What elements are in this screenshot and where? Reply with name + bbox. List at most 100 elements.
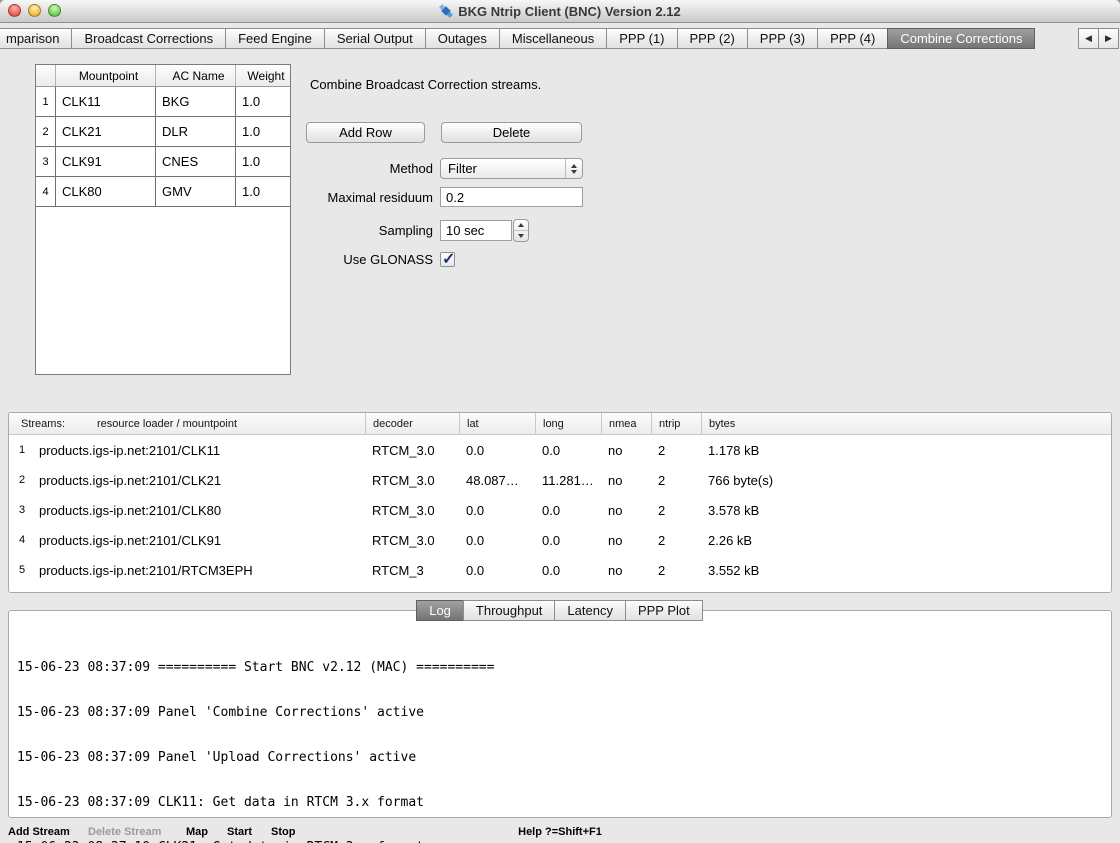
table-row[interactable]: 2 CLK21 DLR 1.0 — [36, 117, 290, 147]
cell-mountpoint[interactable]: CLK91 — [56, 147, 156, 177]
stream-nmea: no — [601, 533, 651, 548]
stream-ntrip: 2 — [651, 473, 701, 488]
column-header-ac-name[interactable]: AC Name — [156, 65, 236, 86]
tab-miscellaneous[interactable]: Miscellaneous — [499, 28, 607, 49]
tab-feed-engine[interactable]: Feed Engine — [225, 28, 325, 49]
stream-row[interactable]: 5 products.igs-ip.net:2101/RTCM3EPH RTCM… — [9, 555, 1111, 585]
table-corner-cell — [36, 65, 56, 86]
stream-mountpoint: products.igs-ip.net:2101/CLK11 — [35, 443, 365, 458]
column-header-long[interactable]: long — [535, 413, 601, 434]
title-bar: BKG Ntrip Client (BNC) Version 2.12 — [0, 0, 1120, 23]
tab-scroll-right-button[interactable]: ▶ — [1098, 28, 1119, 49]
tab-strip: mparison Broadcast Corrections Feed Engi… — [0, 28, 1035, 49]
maximal-residuum-input[interactable] — [440, 187, 583, 207]
window-title-area: BKG Ntrip Client (BNC) Version 2.12 — [0, 0, 1120, 22]
sampling-stepper — [513, 219, 529, 242]
column-header-bytes[interactable]: bytes — [701, 413, 1111, 434]
stream-lat: 48.087… — [459, 473, 535, 488]
tab-latency[interactable]: Latency — [554, 600, 626, 621]
use-glonass-checkbox[interactable] — [440, 252, 455, 267]
sampling-input[interactable] — [440, 220, 512, 241]
stream-row[interactable]: 1 products.igs-ip.net:2101/CLK11 RTCM_3.… — [9, 435, 1111, 465]
add-row-button[interactable]: Add Row — [306, 122, 425, 143]
row-number: 2 — [36, 117, 56, 147]
column-header-lat[interactable]: lat — [459, 413, 535, 434]
cell-mountpoint[interactable]: CLK21 — [56, 117, 156, 147]
table-row[interactable]: 1 CLK11 BKG 1.0 — [36, 87, 290, 117]
tab-throughput[interactable]: Throughput — [463, 600, 556, 621]
updown-arrows-icon[interactable] — [565, 159, 582, 178]
window-title: BKG Ntrip Client (BNC) Version 2.12 — [458, 4, 680, 19]
column-header-ntrip[interactable]: ntrip — [651, 413, 701, 434]
sampling-label: Sampling — [300, 223, 433, 238]
stream-bytes: 766 byte(s) — [701, 473, 1111, 488]
stream-ntrip: 2 — [651, 503, 701, 518]
tab-log[interactable]: Log — [416, 600, 464, 621]
delete-button[interactable]: Delete — [441, 122, 582, 143]
up-arrow-icon — [571, 164, 577, 168]
method-select[interactable]: Filter — [440, 158, 583, 179]
cell-mountpoint[interactable]: CLK80 — [56, 177, 156, 207]
stream-mountpoint: products.igs-ip.net:2101/CLK21 — [35, 473, 365, 488]
tab-serial-output[interactable]: Serial Output — [324, 28, 426, 49]
tab-ppp-1[interactable]: PPP (1) — [606, 28, 677, 49]
stream-mountpoint: products.igs-ip.net:2101/CLK80 — [35, 503, 365, 518]
tab-ppp-3[interactable]: PPP (3) — [747, 28, 818, 49]
stream-decoder: RTCM_3.0 — [365, 473, 459, 488]
cell-ac-name[interactable]: CNES — [156, 147, 236, 177]
tab-outages[interactable]: Outages — [425, 28, 500, 49]
stream-bytes: 3.552 kB — [701, 563, 1111, 578]
delete-button-label: Delete — [493, 125, 531, 140]
app-icon — [439, 4, 453, 18]
cell-weight[interactable]: 1.0 — [236, 87, 290, 117]
down-arrow-icon — [571, 170, 577, 174]
column-header-decoder[interactable]: decoder — [365, 413, 459, 434]
log-line: 15-06-23 08:37:09 CLK11: Get data in RTC… — [17, 795, 518, 810]
stream-long: 11.281… — [535, 473, 601, 488]
stream-mountpoint: products.igs-ip.net:2101/RTCM3EPH — [35, 563, 365, 578]
row-number: 1 — [36, 87, 56, 117]
stream-row-number: 4 — [9, 534, 35, 546]
stream-row-number: 3 — [9, 504, 35, 516]
cell-ac-name[interactable]: DLR — [156, 117, 236, 147]
cell-ac-name[interactable]: BKG — [156, 87, 236, 117]
tab-scroll-left-button[interactable]: ◀ — [1078, 28, 1099, 49]
stream-bytes: 3.578 kB — [701, 503, 1111, 518]
use-glonass-label: Use GLONASS — [300, 252, 433, 267]
stepper-down-button[interactable] — [514, 231, 528, 241]
add-row-button-label: Add Row — [339, 125, 392, 140]
row-number: 3 — [36, 147, 56, 177]
stream-row-number: 1 — [9, 444, 35, 456]
stream-nmea: no — [601, 443, 651, 458]
tab-comparison[interactable]: mparison — [0, 28, 72, 49]
tab-ppp-4[interactable]: PPP (4) — [817, 28, 888, 49]
column-header-resource-mountpoint[interactable]: Streams: resource loader / mountpoint — [9, 413, 365, 434]
column-header-mountpoint[interactable]: Mountpoint — [56, 65, 156, 86]
stream-ntrip: 2 — [651, 443, 701, 458]
cell-weight[interactable]: 1.0 — [236, 147, 290, 177]
tab-ppp-plot[interactable]: PPP Plot — [625, 600, 703, 621]
cell-mountpoint[interactable]: CLK11 — [56, 87, 156, 117]
stream-decoder: RTCM_3.0 — [365, 503, 459, 518]
stream-row[interactable]: 3 products.igs-ip.net:2101/CLK80 RTCM_3.… — [9, 495, 1111, 525]
stream-nmea: no — [601, 563, 651, 578]
stream-lat: 0.0 — [459, 443, 535, 458]
tab-broadcast-corrections[interactable]: Broadcast Corrections — [71, 28, 226, 49]
tab-ppp-2[interactable]: PPP (2) — [677, 28, 748, 49]
stream-row[interactable]: 2 products.igs-ip.net:2101/CLK21 RTCM_3.… — [9, 465, 1111, 495]
stepper-up-button[interactable] — [514, 220, 528, 231]
column-header-weight[interactable]: Weight — [236, 65, 290, 86]
column-header-nmea[interactable]: nmea — [601, 413, 651, 434]
cell-ac-name[interactable]: GMV — [156, 177, 236, 207]
table-row[interactable]: 3 CLK91 CNES 1.0 — [36, 147, 290, 177]
stream-row[interactable]: 4 products.igs-ip.net:2101/CLK91 RTCM_3.… — [9, 525, 1111, 555]
method-select-value: Filter — [441, 159, 565, 178]
cell-weight[interactable]: 1.0 — [236, 117, 290, 147]
mountpoint-table[interactable]: Mountpoint AC Name Weight 1 CLK11 BKG 1.… — [35, 64, 291, 375]
tab-combine-corrections[interactable]: Combine Corrections — [887, 28, 1035, 49]
stream-row-number: 2 — [9, 474, 35, 486]
log-panel[interactable]: 15-06-23 08:37:09 ========== Start BNC v… — [8, 610, 1112, 818]
chevron-left-icon: ◀ — [1085, 33, 1092, 44]
cell-weight[interactable]: 1.0 — [236, 177, 290, 207]
table-row[interactable]: 4 CLK80 GMV 1.0 — [36, 177, 290, 207]
